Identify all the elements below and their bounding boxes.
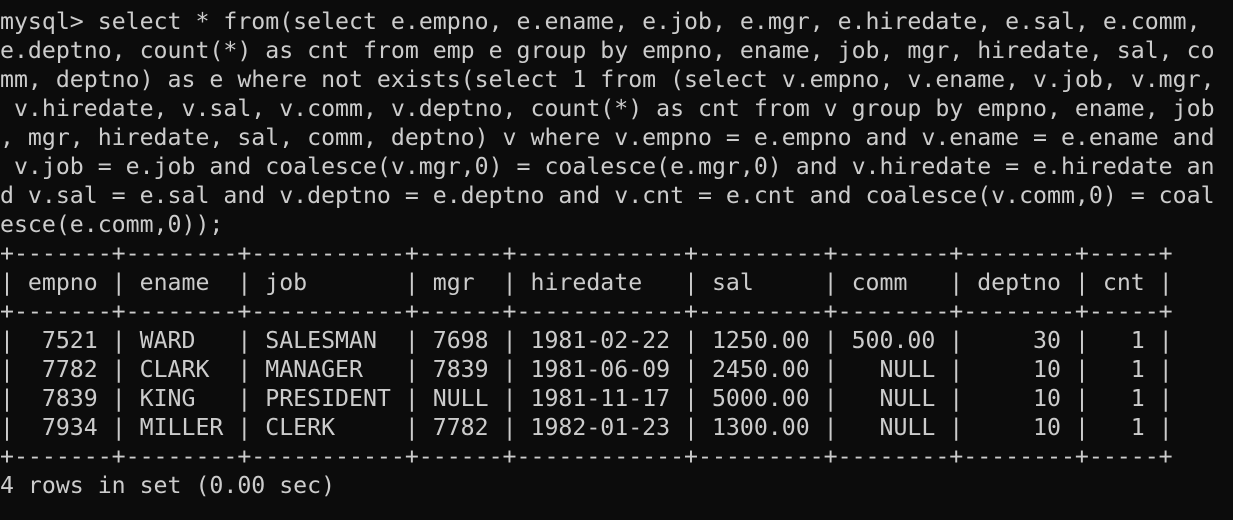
cell-cnt: 1	[1130, 385, 1145, 412]
cell-mgr: 7782	[432, 414, 489, 441]
cell-cnt: 1	[1130, 327, 1145, 354]
query-line: esce(e.comm,0));	[0, 211, 224, 238]
table-row: | 7839 | KING | PRESIDENT | NULL | 1981-…	[0, 385, 1173, 412]
column-header-deptno: deptno	[977, 269, 1061, 296]
query-line: v.job = e.job and coalesce(v.mgr,0) = co…	[0, 153, 1215, 180]
mysql-prompt: mysql>	[0, 8, 98, 35]
cell-empno: 7782	[41, 356, 98, 383]
cell-ename: KING	[139, 385, 196, 412]
column-header-comm: comm	[851, 269, 908, 296]
query-text: select * from(select e.empno, e.ename, e…	[97, 8, 1201, 35]
table-row: | 7782 | CLARK | MANAGER | 7839 | 1981-0…	[0, 356, 1173, 383]
cell-empno: 7521	[41, 327, 98, 354]
cell-comm: 500.00	[851, 327, 936, 354]
query-line: , mgr, hiredate, sal, comm, deptno) v wh…	[0, 124, 1215, 151]
cell-hiredate: 1981-02-22	[530, 327, 671, 354]
cell-sal: 1300.00	[711, 414, 810, 441]
cell-mgr: 7839	[432, 356, 489, 383]
table-border: +-------+--------+-----------+------+---…	[0, 443, 1173, 470]
cell-deptno: 10	[1033, 356, 1061, 383]
column-header-mgr: mgr	[432, 269, 475, 296]
query-line: d v.sal = e.sal and v.deptno = e.deptno …	[0, 182, 1215, 209]
table-border: +-------+--------+-----------+------+---…	[0, 240, 1173, 267]
cell-job: SALESMAN	[265, 327, 377, 354]
table-header: | empno | ename | job | mgr | hiredate |…	[0, 269, 1173, 296]
cell-cnt: 1	[1130, 356, 1145, 383]
cell-comm: NULL	[879, 356, 936, 383]
cell-sal: 5000.00	[711, 385, 810, 412]
cell-sal: 2450.00	[711, 356, 810, 383]
table-border: +-------+--------+-----------+------+---…	[0, 298, 1173, 325]
cell-ename: CLARK	[139, 356, 210, 383]
cell-deptno: 10	[1033, 385, 1061, 412]
cell-deptno: 10	[1033, 414, 1061, 441]
cell-hiredate: 1981-11-17	[530, 385, 671, 412]
column-header-job: job	[265, 269, 308, 296]
cell-hiredate: 1982-01-23	[530, 414, 671, 441]
command-line: mysql> select * from(select e.empno, e.e…	[0, 7, 1215, 36]
cell-deptno: 30	[1033, 327, 1061, 354]
column-header-sal: sal	[711, 269, 754, 296]
table-row: | 7521 | WARD | SALESMAN | 7698 | 1981-0…	[0, 327, 1173, 354]
cell-job: MANAGER	[265, 356, 363, 383]
cell-job: CLERK	[265, 414, 336, 441]
query-line: v.hiredate, v.sal, v.comm, v.deptno, cou…	[0, 95, 1215, 122]
cell-cnt: 1	[1130, 414, 1145, 441]
cell-sal: 1250.00	[711, 327, 810, 354]
cell-comm: NULL	[879, 414, 936, 441]
query-line: e.deptno, count(*) as cnt from emp e gro…	[0, 37, 1215, 64]
cell-job: PRESIDENT	[265, 385, 391, 412]
query-line: mm, deptno) as e where not exists(select…	[0, 66, 1215, 93]
column-header-hiredate: hiredate	[530, 269, 643, 296]
column-header-ename: ename	[139, 269, 210, 296]
cell-empno: 7839	[41, 385, 98, 412]
terminal-output: mysql> select * from(select e.empno, e.e…	[0, 7, 1215, 500]
cell-mgr: 7698	[432, 327, 489, 354]
cell-mgr: NULL	[432, 385, 489, 412]
cell-empno: 7934	[41, 414, 98, 441]
status-line: 4 rows in set (0.00 sec)	[0, 472, 336, 499]
column-header-empno: empno	[27, 269, 98, 296]
cell-hiredate: 1981-06-09	[530, 356, 671, 383]
cell-ename: WARD	[139, 327, 196, 354]
cell-comm: NULL	[879, 385, 936, 412]
table-row: | 7934 | MILLER | CLERK | 7782 | 1982-01…	[0, 414, 1173, 441]
cell-ename: MILLER	[139, 414, 224, 441]
column-header-cnt: cnt	[1102, 269, 1145, 296]
